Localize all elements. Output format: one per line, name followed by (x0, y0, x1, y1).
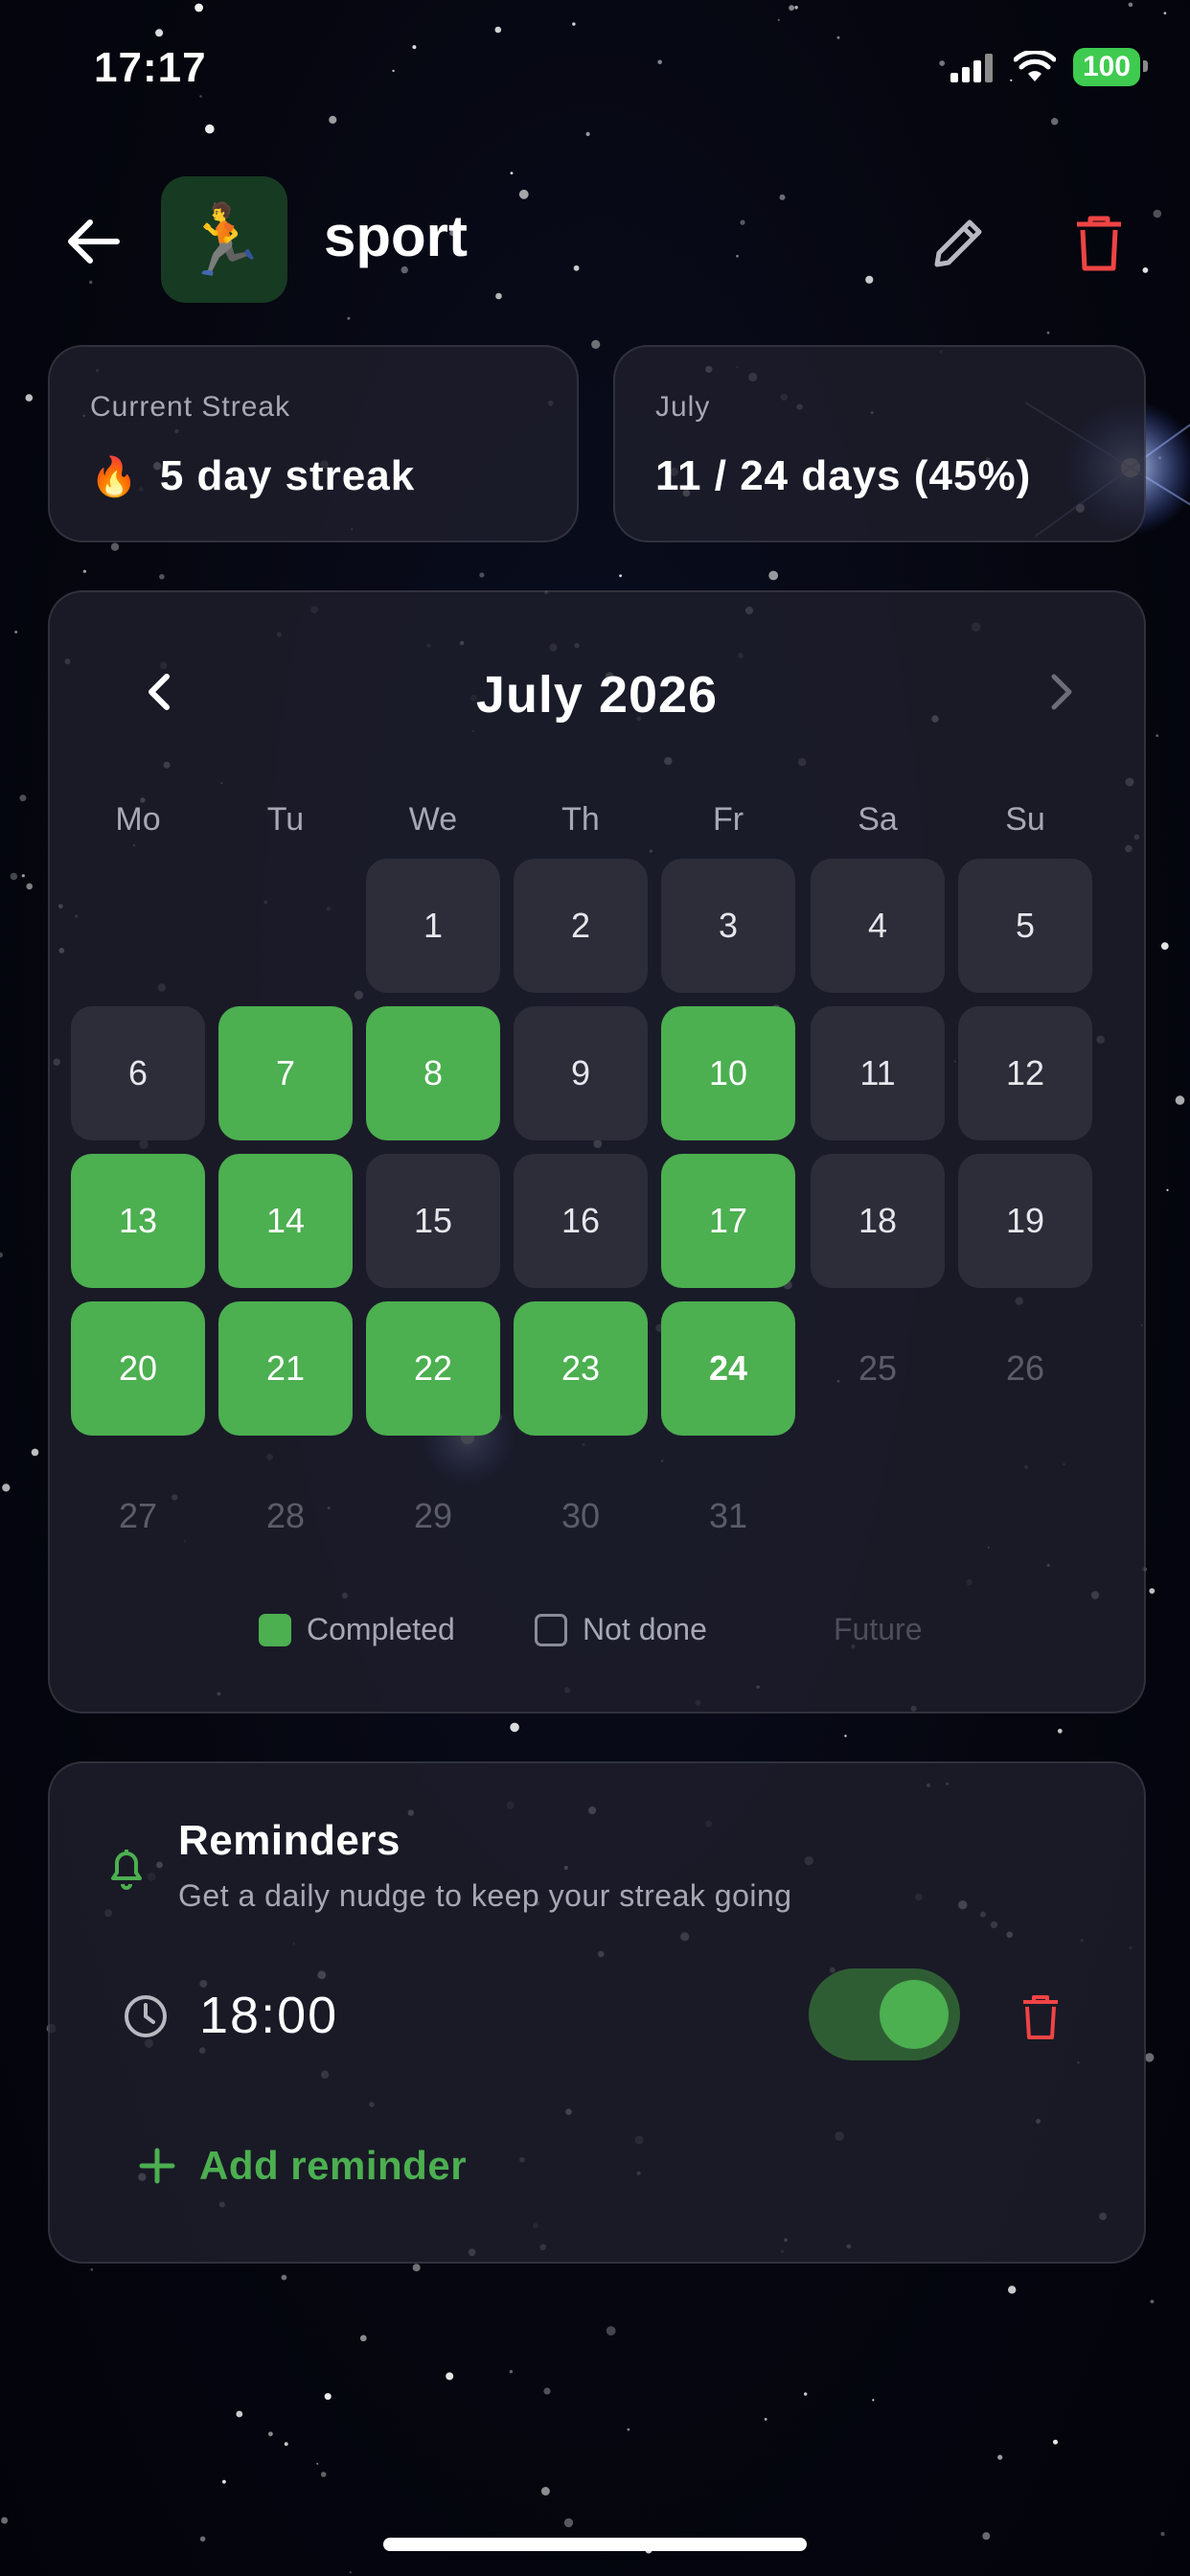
add-reminder-label: Add reminder (199, 2143, 468, 2188)
calendar-day[interactable]: 4 (811, 859, 945, 993)
month-progress-value: 11 / 24 days (45%) (655, 452, 1032, 499)
calendar-day[interactable]: 6 (71, 1006, 205, 1140)
battery-indicator: 100 (1072, 48, 1149, 86)
weekday-label: Th (561, 801, 600, 838)
habit-icon: 🏃 (161, 176, 287, 303)
plus-icon (139, 2148, 175, 2184)
edit-button[interactable] (926, 209, 993, 276)
next-month-button[interactable] (1031, 663, 1088, 721)
trash-icon (1077, 216, 1121, 271)
streak-value-row: 🔥 5 day streak (90, 452, 415, 500)
not-done-swatch (535, 1613, 567, 1646)
signal-icon (950, 54, 993, 82)
calendar-day[interactable]: 7 (218, 1006, 353, 1140)
calendar-day: 28 (265, 1496, 306, 1535)
calendar-day: 27 (118, 1496, 158, 1535)
calendar-day[interactable]: 2 (514, 859, 648, 993)
streak-label: Current Streak (90, 391, 291, 423)
calendar-day[interactable]: 18 (811, 1154, 945, 1288)
legend-completed-label: Completed (307, 1612, 455, 1646)
reminders-card: Reminders Get a daily nudge to keep your… (48, 1761, 1146, 2264)
reminders-subtitle: Get a daily nudge to keep your streak go… (178, 1878, 792, 1913)
calendar-day[interactable]: 13 (71, 1154, 205, 1288)
legend-completed: Completed (259, 1612, 455, 1647)
home-indicator (383, 2538, 807, 2551)
calendar-legend: Completed Not done Future (50, 1612, 1144, 1660)
calendar-day[interactable]: 8 (366, 1006, 500, 1140)
calendar-day[interactable]: 9 (514, 1006, 648, 1140)
legend-not-done-label: Not done (583, 1612, 707, 1646)
weekday-label: Su (1005, 801, 1045, 838)
calendar-day[interactable]: 1 (366, 859, 500, 993)
back-button[interactable] (63, 211, 125, 272)
calendar-day[interactable]: 15 (366, 1154, 500, 1288)
current-streak-card: Current Streak 🔥 5 day streak (48, 345, 579, 542)
bell-icon (111, 1850, 142, 1890)
delete-habit-button[interactable] (1065, 209, 1133, 276)
calendar-day[interactable]: 24 (661, 1301, 795, 1436)
arrow-left-icon (68, 219, 120, 264)
completed-swatch (259, 1613, 291, 1646)
runner-icon: 🏃 (181, 201, 267, 279)
calendar-day[interactable]: 10 (661, 1006, 795, 1140)
calendar-day: 31 (708, 1496, 748, 1535)
calendar-day[interactable]: 14 (218, 1154, 353, 1288)
calendar-day[interactable]: 19 (958, 1154, 1092, 1288)
reminders-title: Reminders (178, 1817, 400, 1864)
trash-icon (1023, 1995, 1058, 2039)
reminder-toggle[interactable] (809, 1968, 960, 2060)
weekday-label: Tu (266, 801, 305, 838)
delete-reminder-button[interactable] (1014, 1990, 1067, 2043)
calendar-day: 30 (561, 1496, 601, 1535)
calendar-day[interactable]: 23 (514, 1301, 648, 1436)
weekday-label: Mo (115, 801, 161, 838)
calendar-day[interactable]: 16 (514, 1154, 648, 1288)
legend-not-done: Not done (535, 1612, 707, 1647)
calendar-month-title: July 2026 (475, 666, 719, 724)
reminder-time[interactable]: 18:00 (199, 1986, 338, 2045)
add-reminder-button[interactable]: Add reminder (138, 2143, 467, 2189)
clock-icon (125, 1995, 167, 2037)
status-icons: 100 (950, 48, 1149, 86)
streak-value: 5 day streak (159, 452, 416, 499)
chevron-right-icon (1051, 674, 1072, 710)
calendar-day: 29 (413, 1496, 453, 1535)
pencil-icon (934, 219, 982, 267)
fire-icon: 🔥 (90, 455, 139, 498)
legend-future-label: Future (834, 1612, 923, 1646)
calendar-card: July 2026 Mo Tu We Th Fr Sa Su 1 2 3 4 5 6 7 8 9 10 11 12… (48, 590, 1146, 1714)
habit-title: sport (324, 204, 468, 268)
calendar-day[interactable]: 20 (71, 1301, 205, 1436)
calendar-day[interactable]: 3 (661, 859, 795, 993)
month-progress-card: July 11 / 24 days (45%) (613, 345, 1146, 542)
month-label: July (655, 391, 711, 423)
wifi-icon (1013, 51, 1056, 81)
calendar-day[interactable]: 11 (811, 1006, 945, 1140)
status-time: 17:17 (94, 44, 207, 91)
calendar-day[interactable]: 5 (958, 859, 1092, 993)
weekday-label: We (408, 801, 458, 838)
calendar-day[interactable]: 12 (958, 1006, 1092, 1140)
calendar-day: 26 (1005, 1348, 1045, 1388)
weekday-label: Fr (712, 801, 744, 838)
calendar-day[interactable]: 17 (661, 1154, 795, 1288)
calendar-day[interactable]: 22 (366, 1301, 500, 1436)
weekday-label: Sa (858, 801, 898, 838)
toggle-knob (880, 1980, 949, 2049)
calendar-day: 25 (858, 1348, 898, 1388)
legend-future: Future (834, 1612, 922, 1647)
calendar-day[interactable]: 21 (218, 1301, 353, 1436)
